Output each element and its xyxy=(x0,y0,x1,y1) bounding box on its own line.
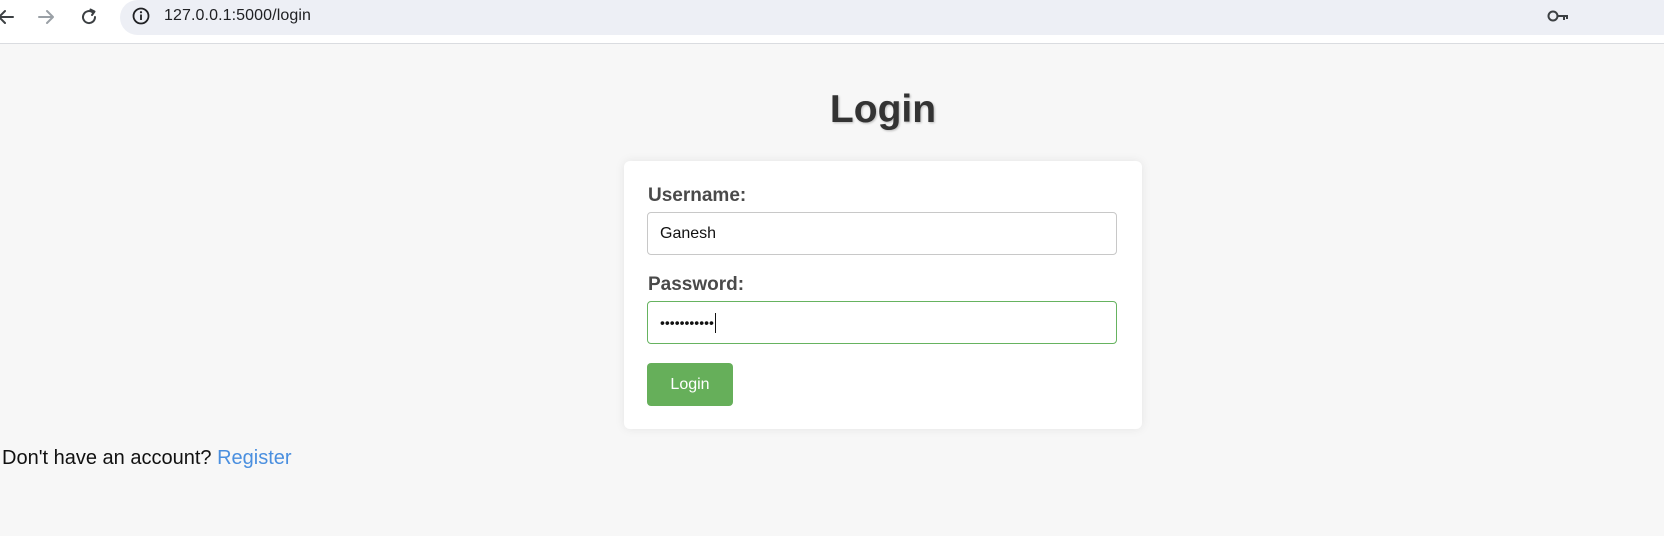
password-input[interactable]: ••••••••••• xyxy=(647,301,1117,344)
site-info-button[interactable] xyxy=(130,5,152,27)
arrow-left-icon xyxy=(0,10,14,24)
key-icon xyxy=(1547,10,1568,22)
username-value: Ganesh xyxy=(660,225,717,242)
address-bar[interactable] xyxy=(120,0,1664,35)
login-form: Username: Ganesh Password: ••••••••••• L… xyxy=(624,161,1142,429)
url-text[interactable]: 127.0.0.1:5000/login xyxy=(164,7,311,25)
page-title: Login xyxy=(829,88,937,131)
reload-button[interactable] xyxy=(75,3,103,31)
register-prompt: Don't have an account? Register xyxy=(2,447,292,470)
info-icon xyxy=(132,7,150,25)
reload-icon xyxy=(82,8,97,25)
register-link[interactable]: Register xyxy=(217,447,291,469)
text-caret xyxy=(714,312,716,333)
password-value: ••••••••••• xyxy=(660,314,714,331)
browser-toolbar: 127.0.0.1:5000/login xyxy=(0,0,1664,44)
password-manager-button[interactable] xyxy=(1546,5,1570,27)
username-label: Username: xyxy=(648,185,747,206)
login-button[interactable]: Login xyxy=(647,363,733,406)
password-label: Password: xyxy=(648,274,745,295)
back-button[interactable] xyxy=(0,3,20,31)
forward-button[interactable] xyxy=(32,3,60,31)
arrow-right-icon xyxy=(38,10,54,24)
register-prompt-text: Don't have an account? xyxy=(2,447,212,469)
page-content: Login Username: Ganesh Password: •••••••… xyxy=(0,44,1664,536)
username-input[interactable]: Ganesh xyxy=(647,212,1117,255)
